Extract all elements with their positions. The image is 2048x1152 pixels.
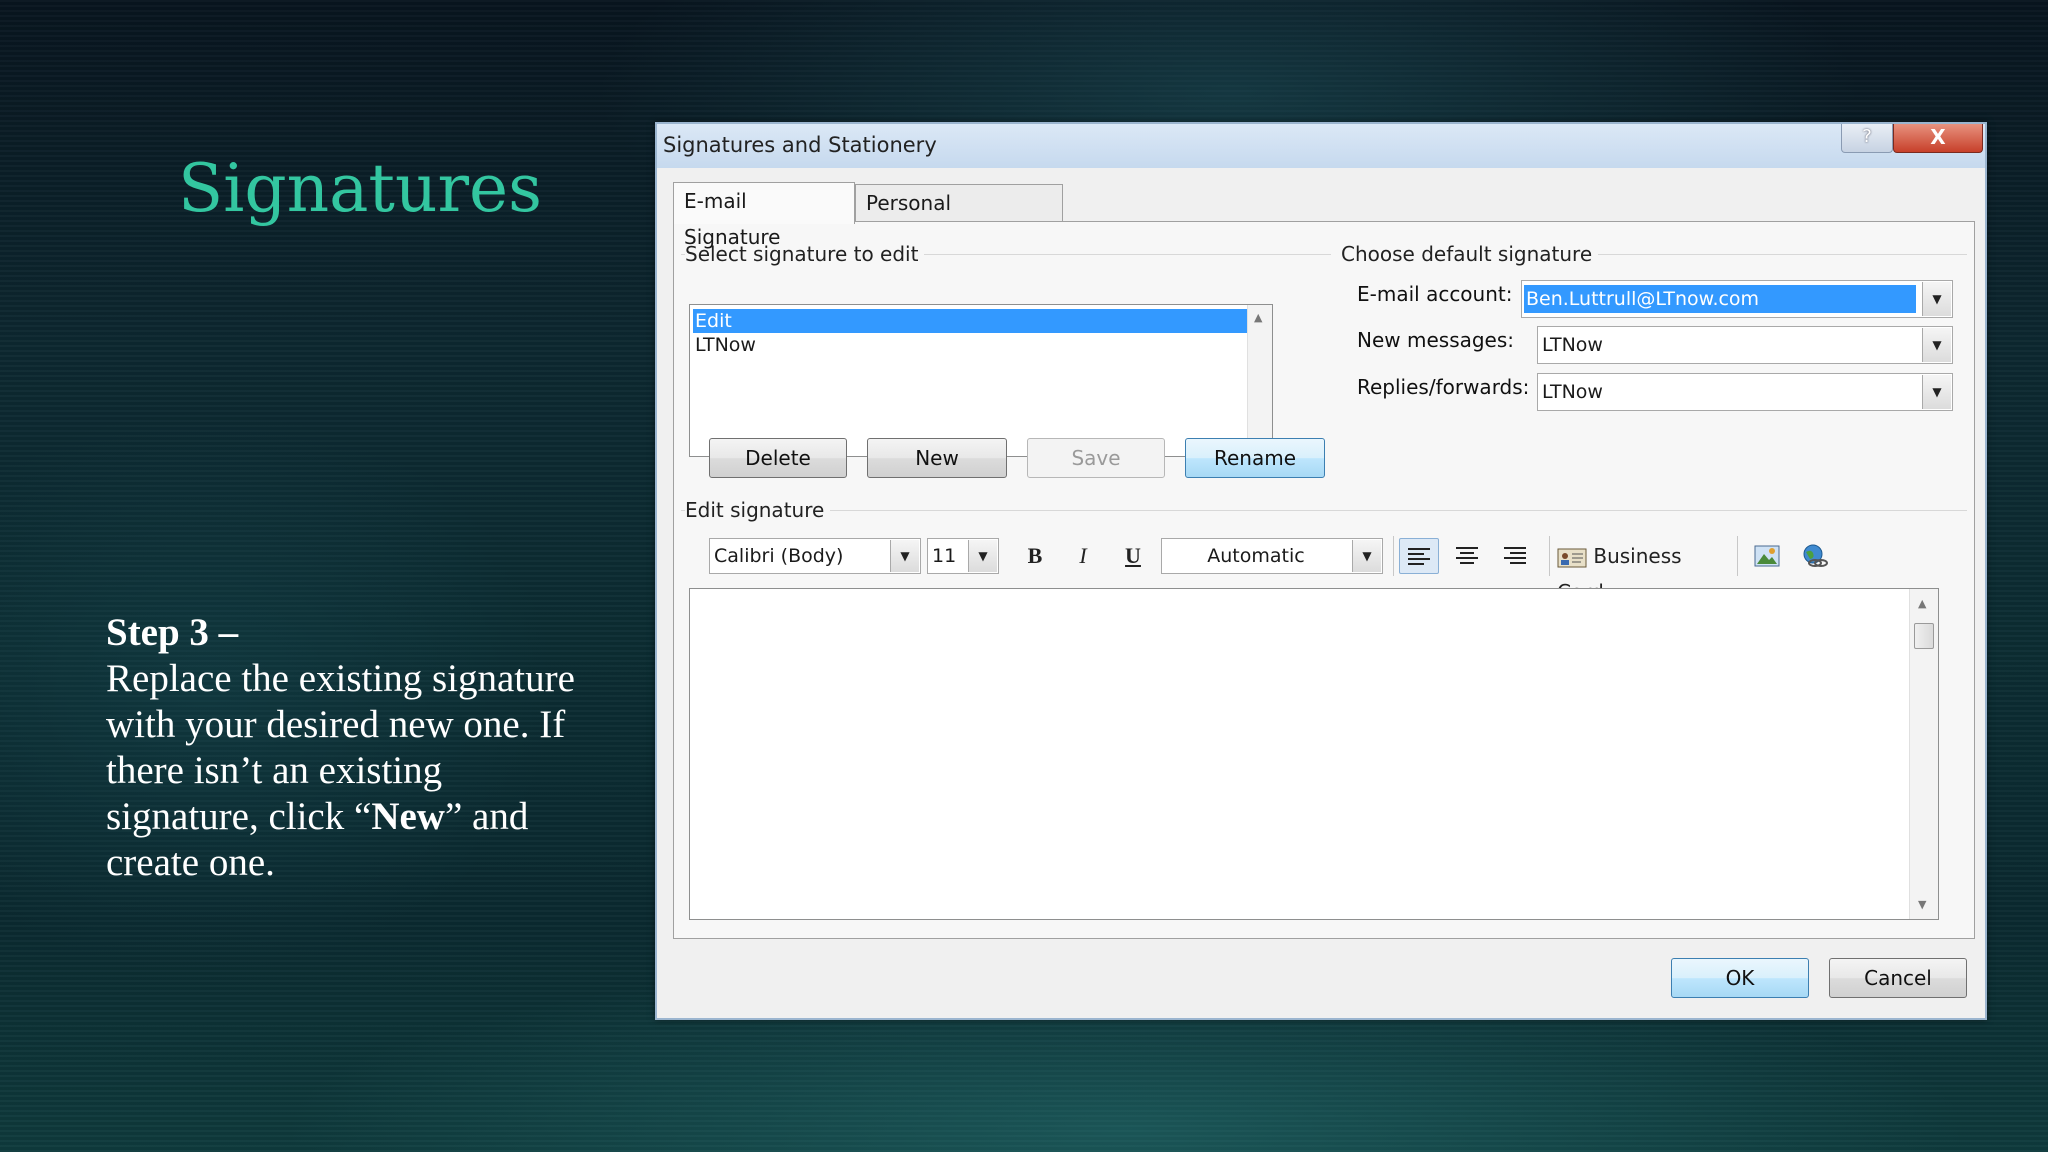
- scroll-up-icon[interactable]: ▲: [1254, 311, 1262, 324]
- chevron-down-icon[interactable]: ▼: [968, 540, 997, 572]
- slide-title: Signatures: [178, 150, 542, 227]
- align-left-button[interactable]: [1399, 538, 1439, 574]
- font-value: Calibri (Body): [714, 545, 844, 567]
- step-heading: Step 3 –: [106, 611, 239, 654]
- default-group-label: Choose default signature: [1341, 242, 1599, 266]
- replies-forwards-label: Replies/forwards:: [1357, 375, 1530, 399]
- chevron-down-icon[interactable]: ▼: [1922, 375, 1951, 409]
- bold-button[interactable]: B: [1015, 538, 1055, 574]
- font-size-select[interactable]: 11 ▼: [927, 538, 999, 574]
- dialog-titlebar: Signatures and Stationery ? X: [657, 124, 1985, 168]
- editor-scrollbar[interactable]: ▲ ▼: [1909, 589, 1938, 919]
- business-card-icon: [1557, 548, 1587, 567]
- scroll-thumb[interactable]: [1914, 623, 1934, 649]
- font-color-select[interactable]: Automatic ▼: [1161, 538, 1383, 574]
- toolbar-separator: [1737, 536, 1738, 576]
- signature-item-edit[interactable]: Edit: [693, 309, 1249, 333]
- rename-button[interactable]: Rename: [1185, 438, 1325, 478]
- toolbar-separator: [1393, 536, 1394, 576]
- replies-forwards-select[interactable]: LTNow ▼: [1537, 373, 1953, 411]
- cancel-button[interactable]: Cancel: [1829, 958, 1967, 998]
- email-account-value: Ben.Luttrull@LTnow.com: [1524, 285, 1916, 313]
- underline-button[interactable]: U: [1113, 538, 1153, 574]
- step-text-new: New: [371, 795, 445, 838]
- hyperlink-globe-icon: [1803, 544, 1828, 567]
- tab-personal-stationery[interactable]: Personal Stationery: [855, 184, 1063, 251]
- signature-list[interactable]: Edit LTNow ▲ ▼: [689, 304, 1273, 457]
- chevron-down-icon[interactable]: ▼: [1922, 282, 1951, 316]
- insert-picture-button[interactable]: [1747, 538, 1787, 574]
- new-messages-label: New messages:: [1357, 328, 1515, 352]
- signature-item-ltnow[interactable]: LTNow: [693, 333, 756, 357]
- close-button[interactable]: X: [1893, 124, 1983, 153]
- font-color-value: Automatic: [1207, 545, 1305, 567]
- business-card-button[interactable]: Business Card: [1557, 538, 1729, 604]
- save-button[interactable]: Save: [1027, 438, 1165, 478]
- font-select[interactable]: Calibri (Body) ▼: [709, 538, 921, 574]
- signatures-dialog: Signatures and Stationery ? X E-mail Sig…: [655, 122, 1987, 1020]
- signature-list-scrollbar[interactable]: ▲ ▼: [1247, 305, 1272, 456]
- new-messages-value: LTNow: [1542, 334, 1603, 356]
- scroll-down-icon[interactable]: ▼: [1918, 898, 1926, 911]
- scroll-up-icon[interactable]: ▲: [1918, 597, 1926, 610]
- font-size-value: 11: [932, 545, 957, 567]
- edit-group-label: Edit signature: [685, 498, 831, 522]
- toolbar-separator: [1549, 536, 1550, 576]
- align-center-icon: [1456, 547, 1478, 564]
- align-right-icon: [1504, 547, 1526, 564]
- replies-forwards-value: LTNow: [1542, 381, 1603, 403]
- align-center-button[interactable]: [1447, 538, 1487, 574]
- tab-email-signature[interactable]: E-mail Signature: [673, 182, 855, 249]
- chevron-down-icon[interactable]: ▼: [890, 540, 919, 572]
- email-account-label: E-mail account:: [1357, 282, 1513, 306]
- ok-button[interactable]: OK: [1671, 958, 1809, 998]
- new-messages-select[interactable]: LTNow ▼: [1537, 326, 1953, 364]
- edit-group-divider: [681, 510, 1967, 511]
- insert-hyperlink-button[interactable]: [1795, 538, 1835, 574]
- new-button[interactable]: New: [867, 438, 1007, 478]
- picture-icon: [1754, 545, 1780, 567]
- delete-button[interactable]: Delete: [709, 438, 847, 478]
- step-instructions: Step 3 – Replace the existing signature …: [106, 610, 586, 886]
- email-account-select[interactable]: Ben.Luttrull@LTnow.com ▼: [1521, 280, 1953, 318]
- align-left-icon: [1408, 548, 1430, 565]
- help-button[interactable]: ?: [1841, 124, 1893, 153]
- italic-button[interactable]: I: [1063, 538, 1103, 574]
- chevron-down-icon[interactable]: ▼: [1922, 328, 1951, 362]
- chevron-down-icon[interactable]: ▼: [1352, 540, 1381, 572]
- dialog-title: Signatures and Stationery: [663, 133, 937, 157]
- signature-editor[interactable]: ▲ ▼: [689, 588, 1939, 920]
- align-right-button[interactable]: [1495, 538, 1535, 574]
